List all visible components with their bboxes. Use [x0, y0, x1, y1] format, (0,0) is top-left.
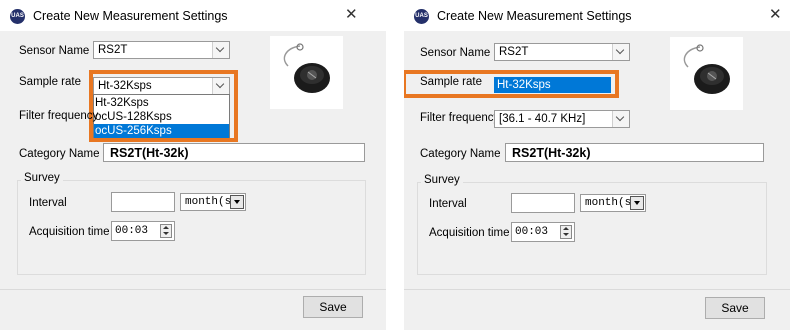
close-icon[interactable]: ✕	[345, 5, 358, 23]
category-name-input[interactable]: RS2T(Ht-32k)	[505, 143, 764, 162]
close-icon[interactable]: ✕	[769, 5, 782, 23]
category-name-input[interactable]: RS2T(Ht-32k)	[103, 143, 365, 162]
dialog-left: UAS Create New Measurement Settings ✕ Se…	[0, 0, 386, 330]
save-button[interactable]: Save	[303, 296, 363, 318]
acquisition-time-label: Acquisition time	[429, 227, 510, 239]
category-name-label: Category Name	[420, 148, 501, 160]
interval-label: Interval	[29, 197, 67, 209]
sensor-name-dropdown[interactable]: RS2T	[93, 41, 230, 59]
filter-frequency-value: [36.1 - 40.7 KHz]	[499, 113, 586, 125]
interval-unit-dropdown[interactable]: month(s)	[180, 193, 246, 211]
interval-input[interactable]	[511, 193, 575, 213]
dialog-title: Create New Measurement Settings	[437, 9, 632, 23]
category-name-value: RS2T(Ht-32k)	[512, 146, 591, 160]
chevron-down-icon[interactable]	[612, 44, 629, 60]
title-bar: UAS Create New Measurement Settings ✕	[0, 0, 386, 31]
category-name-value: RS2T(Ht-32k)	[110, 146, 189, 160]
acquisition-time-input[interactable]: 00:03	[511, 222, 575, 242]
filter-frequency-dropdown[interactable]: [36.1 - 40.7 KHz]	[494, 110, 630, 128]
chevron-down-icon[interactable]	[212, 42, 229, 58]
filter-frequency-label: Filter frequency	[420, 112, 500, 124]
chevron-down-icon[interactable]	[230, 195, 244, 209]
acquisition-time-input[interactable]: 00:03	[111, 221, 175, 241]
interval-input[interactable]	[111, 192, 175, 212]
sensor-image	[670, 37, 743, 110]
sensor-name-label: Sensor Name	[19, 45, 90, 57]
sample-rate-label: Sample rate	[19, 76, 82, 88]
sensor-name-value: RS2T	[499, 46, 529, 58]
survey-group-label: Survey	[421, 174, 463, 186]
filter-frequency-label: Filter frequency	[19, 110, 99, 122]
sensor-name-value: RS2T	[98, 44, 128, 56]
acquisition-time-value: 00:03	[515, 226, 549, 238]
app-icon: UAS	[414, 9, 429, 24]
orange-highlight-box	[404, 70, 619, 98]
title-bar: UAS Create New Measurement Settings ✕	[404, 0, 790, 31]
chevron-down-icon[interactable]	[612, 111, 629, 127]
category-name-label: Category Name	[19, 148, 100, 160]
interval-label: Interval	[429, 198, 467, 210]
footer-separator	[0, 289, 386, 290]
dialog-right: UAS Create New Measurement Settings ✕ Se…	[404, 0, 790, 330]
sensor-name-dropdown[interactable]: RS2T	[494, 43, 630, 61]
spinner-icon[interactable]	[560, 225, 572, 239]
footer-separator	[404, 289, 790, 290]
acquisition-time-label: Acquisition time	[29, 226, 110, 238]
interval-unit-dropdown[interactable]: month(s)	[580, 194, 646, 212]
acquisition-time-value: 00:03	[115, 225, 149, 237]
sensor-name-label: Sensor Name	[420, 47, 491, 59]
spinner-icon[interactable]	[160, 224, 172, 238]
survey-group-label: Survey	[21, 172, 63, 184]
save-button[interactable]: Save	[705, 297, 765, 319]
dialog-title: Create New Measurement Settings	[33, 9, 228, 23]
sensor-image	[270, 36, 343, 109]
app-icon: UAS	[10, 9, 25, 24]
orange-highlight-box	[89, 70, 238, 142]
chevron-down-icon[interactable]	[630, 196, 644, 210]
